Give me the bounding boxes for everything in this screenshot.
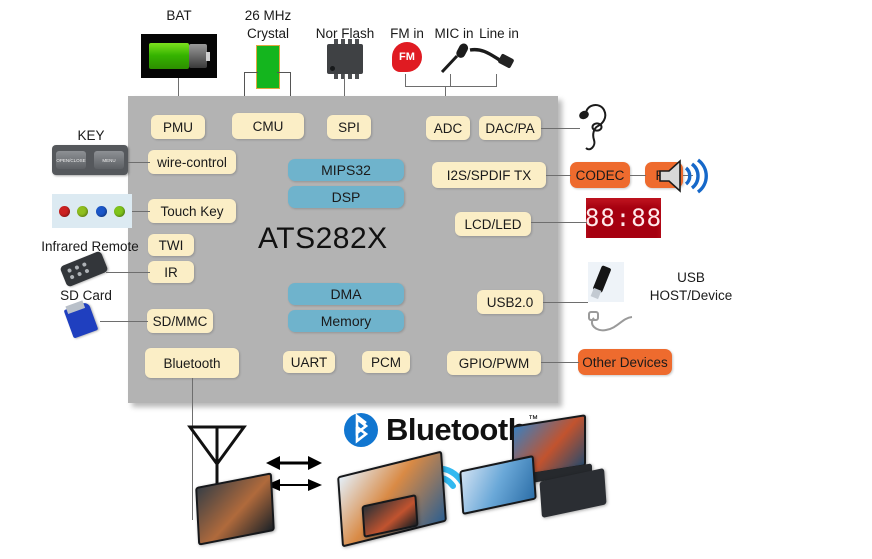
crystal-label-line2: Crystal — [246, 26, 289, 41]
block-memory[interactable]: Memory — [288, 310, 404, 332]
block-other-devices[interactable]: Other Devices — [578, 349, 672, 375]
connector-gpio-other — [541, 362, 579, 364]
usb-stick-icon — [588, 262, 624, 302]
block-touch-key[interactable]: Touch Key — [148, 199, 236, 223]
sd-card-icon — [63, 301, 99, 339]
block-cmu[interactable]: CMU — [232, 113, 304, 139]
connector-sdcard-sdmmc — [100, 321, 148, 323]
usb-host-label-line1: USB — [677, 270, 705, 285]
block-dma[interactable]: DMA — [288, 283, 404, 305]
remote-control-icon — [59, 250, 109, 288]
crystal-icon — [256, 45, 280, 89]
block-dsp[interactable]: DSP — [288, 186, 404, 208]
block-ir[interactable]: IR — [148, 261, 194, 283]
seven-segment-value: 88:88 — [584, 204, 663, 232]
connector-i2s-codec — [546, 175, 571, 177]
block-pcm[interactable]: PCM — [362, 351, 410, 373]
usb-host-label-line2: HOST/Device — [649, 288, 733, 303]
sd-card-label: SD Card — [60, 288, 112, 303]
bluetooth-logo: Bluetooth ™ — [344, 412, 538, 448]
connector-key-wirecontrol — [128, 162, 150, 164]
seven-segment-display-icon: 88:88 — [584, 198, 663, 238]
key-module-icon[interactable]: OPEN/CLOSE MENU — [52, 145, 128, 175]
fm-badge-icon: FM — [392, 42, 422, 72]
block-bluetooth[interactable]: Bluetooth — [145, 348, 239, 378]
line-in-plug-icon — [469, 47, 514, 68]
fm-in-label: FM in — [390, 26, 424, 41]
chip-title: ATS282X — [258, 222, 388, 255]
key-menu[interactable]: MENU — [94, 151, 124, 169]
block-i2s-spdif-tx[interactable]: I2S/SPDIF TX — [432, 162, 546, 188]
key-open-close[interactable]: OPEN/CLOSE — [56, 151, 86, 169]
connector-codec-pa — [630, 175, 646, 177]
block-mips32[interactable]: MIPS32 — [288, 159, 404, 181]
block-twi[interactable]: TWI — [148, 234, 194, 256]
battery-icon — [141, 34, 217, 78]
block-sd-mmc[interactable]: SD/MMC — [147, 309, 213, 333]
usb-cable-icon — [588, 311, 633, 332]
block-uart[interactable]: UART — [283, 351, 335, 373]
bidirectional-arrow-top — [266, 456, 322, 470]
bidirectional-arrow-bottom — [266, 479, 322, 491]
block-adc[interactable]: ADC — [426, 116, 470, 140]
touch-pad-icon[interactable] — [52, 194, 132, 228]
bat-label: BAT — [166, 8, 192, 23]
crystal-label-line1: 26 MHz — [244, 8, 292, 23]
diagram-canvas: BAT 26 MHz Crystal Nor Flash FM in FM MI… — [0, 0, 872, 559]
flash-chip-icon — [327, 39, 363, 79]
block-pmu[interactable]: PMU — [151, 115, 205, 139]
bluetooth-wordmark: Bluetooth — [386, 412, 527, 447]
speaker-icon — [659, 158, 708, 194]
block-codec[interactable]: CODEC — [570, 162, 630, 188]
block-gpio-pwm[interactable]: GPIO/PWM — [447, 351, 541, 375]
block-usb2[interactable]: USB2.0 — [477, 290, 543, 314]
connector-usb2-stick — [543, 302, 588, 304]
block-wire-control[interactable]: wire-control — [148, 150, 236, 174]
key-label: KEY — [77, 128, 105, 143]
block-lcd-led[interactable]: LCD/LED — [455, 212, 531, 236]
device-convertible — [459, 454, 537, 516]
bluetooth-mark-icon — [344, 413, 378, 447]
connector-remote-ir — [106, 272, 150, 274]
line-in-label: Line in — [479, 26, 519, 41]
infrared-remote-label: Infrared Remote — [41, 239, 139, 254]
block-dac-pa[interactable]: DAC/PA — [479, 116, 541, 140]
connector-touchpad-touchkey — [132, 211, 150, 213]
block-spi[interactable]: SPI — [327, 115, 371, 139]
connector-dacpa-earphone — [541, 128, 580, 130]
connector-lcdled-display — [531, 222, 587, 224]
